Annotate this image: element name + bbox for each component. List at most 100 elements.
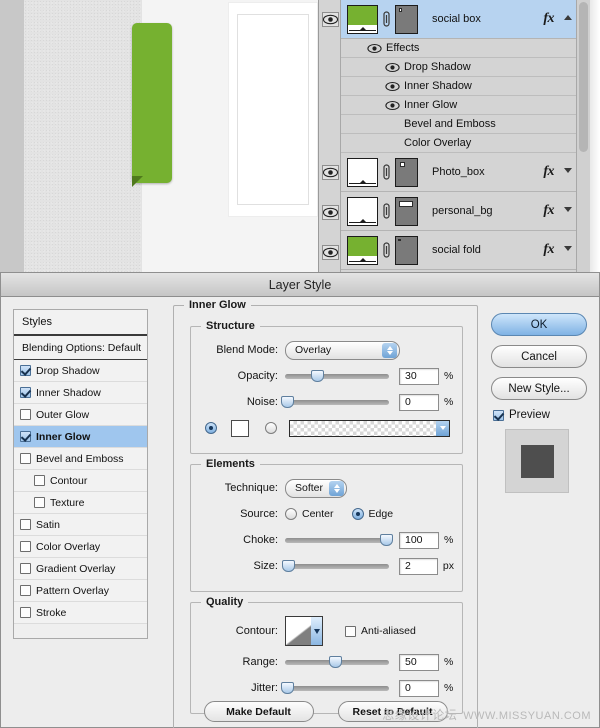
style-checkbox[interactable]: [20, 409, 31, 420]
effect-row-color-overlay[interactable]: Color Overlay: [341, 134, 576, 153]
technique-select[interactable]: Softer: [285, 478, 347, 498]
size-slider[interactable]: [282, 560, 389, 572]
noise-input[interactable]: 0: [399, 393, 439, 411]
gradient-picker[interactable]: [289, 419, 450, 437]
jitter-input[interactable]: 0: [399, 679, 439, 697]
chevron-up-icon[interactable]: [564, 15, 572, 20]
style-item-satin[interactable]: Satin: [14, 514, 147, 536]
layer-mask-thumbnail[interactable]: [395, 235, 418, 265]
link-mask-icon[interactable]: [381, 197, 392, 226]
effect-row-inner-shadow[interactable]: Inner Shadow: [341, 77, 576, 96]
link-mask-icon[interactable]: [381, 5, 392, 34]
layer-row-social-fold[interactable]: social fold fx: [341, 231, 576, 270]
style-item-stroke[interactable]: Stroke: [14, 602, 147, 624]
style-item-outer-glow[interactable]: Outer Glow: [14, 404, 147, 426]
chevron-down-icon[interactable]: [564, 246, 572, 251]
style-checkbox[interactable]: [20, 541, 31, 552]
style-checkbox[interactable]: [20, 563, 31, 574]
style-item-inner-shadow[interactable]: Inner Shadow: [14, 382, 147, 404]
slider-knob[interactable]: [311, 370, 325, 382]
blend-mode-select[interactable]: Overlay: [285, 340, 400, 360]
choke-input[interactable]: 100: [399, 531, 439, 549]
layer-visibility-toggle-social-box[interactable]: [322, 12, 339, 27]
preview-row[interactable]: Preview: [493, 409, 591, 421]
effect-row-drop-shadow[interactable]: Drop Shadow: [341, 58, 576, 77]
anti-aliased-checkbox[interactable]: [345, 625, 356, 637]
style-checkbox[interactable]: [34, 475, 45, 486]
source-edge-radio[interactable]: [351, 508, 364, 520]
link-mask-icon[interactable]: [381, 236, 392, 265]
effects-visibility-toggle[interactable]: [367, 43, 382, 54]
layer-row-personal-bg[interactable]: personal_bg fx: [341, 192, 576, 231]
choke-slider[interactable]: [285, 534, 393, 546]
cancel-button[interactable]: Cancel: [491, 345, 587, 368]
layer-row-social-box[interactable]: social box fx: [341, 0, 576, 39]
layer-mask-thumbnail[interactable]: [395, 196, 418, 226]
slider-knob[interactable]: [379, 534, 393, 546]
style-item-inner-glow[interactable]: Inner Glow: [14, 426, 147, 448]
dialog-titlebar[interactable]: Layer Style: [1, 273, 599, 297]
slider-knob[interactable]: [282, 560, 296, 572]
fill-color-radio[interactable]: [205, 422, 217, 434]
layer-fx-badge[interactable]: fx: [543, 11, 554, 27]
chevron-down-icon[interactable]: [564, 207, 572, 212]
chevron-down-icon[interactable]: [311, 617, 322, 645]
link-mask-icon[interactable]: [381, 158, 392, 187]
layer-visibility-toggle-social-fold[interactable]: [322, 245, 339, 260]
size-input[interactable]: 2: [399, 557, 438, 575]
style-checkbox[interactable]: [20, 365, 31, 376]
effect-visibility-toggle[interactable]: [385, 62, 400, 73]
style-item-pattern-overlay[interactable]: Pattern Overlay: [14, 580, 147, 602]
stepper-arrows-icon[interactable]: [329, 480, 344, 496]
effect-row-bevel-and-emboss[interactable]: Bevel and Emboss: [341, 115, 576, 134]
range-input[interactable]: 50: [399, 653, 439, 671]
style-checkbox[interactable]: [34, 497, 45, 508]
style-checkbox[interactable]: [20, 387, 31, 398]
slider-knob[interactable]: [281, 396, 295, 408]
style-checkbox[interactable]: [20, 607, 31, 618]
make-default-button[interactable]: Make Default: [203, 701, 314, 722]
noise-slider[interactable]: [281, 396, 389, 408]
source-center-radio[interactable]: [285, 508, 297, 520]
style-item-gradient-overlay[interactable]: Gradient Overlay: [14, 558, 147, 580]
style-item-texture[interactable]: Texture: [14, 492, 147, 514]
layer-thumbnail[interactable]: [347, 4, 378, 34]
style-item-drop-shadow[interactable]: Drop Shadow: [14, 360, 147, 382]
effect-row-inner-glow[interactable]: Inner Glow: [341, 96, 576, 115]
style-checkbox[interactable]: [20, 453, 31, 464]
layer-fx-badge[interactable]: fx: [543, 242, 554, 258]
new-style-button[interactable]: New Style...: [491, 377, 587, 400]
chevron-down-icon[interactable]: [436, 420, 449, 436]
layer-mask-thumbnail[interactable]: [395, 4, 418, 34]
styles-header[interactable]: Styles: [14, 310, 147, 336]
slider-knob[interactable]: [281, 682, 295, 694]
style-checkbox[interactable]: [20, 519, 31, 530]
slider-knob[interactable]: [328, 656, 342, 668]
fill-gradient-radio[interactable]: [265, 422, 277, 434]
style-item-color-overlay[interactable]: Color Overlay: [14, 536, 147, 558]
scrollbar-thumb[interactable]: [579, 2, 588, 152]
layer-row-photo-box[interactable]: Photo_box fx: [341, 153, 576, 192]
layer-thumbnail[interactable]: [347, 157, 378, 187]
layer-mask-thumbnail[interactable]: [395, 157, 418, 187]
style-checkbox[interactable]: [20, 431, 31, 442]
jitter-slider[interactable]: [281, 682, 389, 694]
opacity-slider[interactable]: [285, 370, 389, 382]
glow-color-swatch[interactable]: [231, 419, 249, 437]
effect-visibility-toggle[interactable]: [385, 100, 400, 111]
layers-panel-scrollbar[interactable]: [576, 0, 590, 272]
style-item-bevel-and-emboss[interactable]: Bevel and Emboss: [14, 448, 147, 470]
range-slider[interactable]: [285, 656, 389, 668]
style-item-contour[interactable]: Contour: [14, 470, 147, 492]
stepper-arrows-icon[interactable]: [382, 342, 397, 358]
opacity-input[interactable]: 30: [399, 367, 439, 385]
layer-thumbnail[interactable]: [347, 196, 378, 226]
preview-checkbox[interactable]: [493, 409, 504, 421]
ok-button[interactable]: OK: [491, 313, 587, 336]
layer-visibility-toggle-personal-bg[interactable]: [322, 205, 339, 220]
effects-group-row[interactable]: Effects: [341, 39, 576, 58]
layer-visibility-toggle-photo-box[interactable]: [322, 165, 339, 180]
chevron-down-icon[interactable]: [564, 168, 572, 173]
style-checkbox[interactable]: [20, 585, 31, 596]
layer-fx-badge[interactable]: fx: [543, 164, 554, 180]
